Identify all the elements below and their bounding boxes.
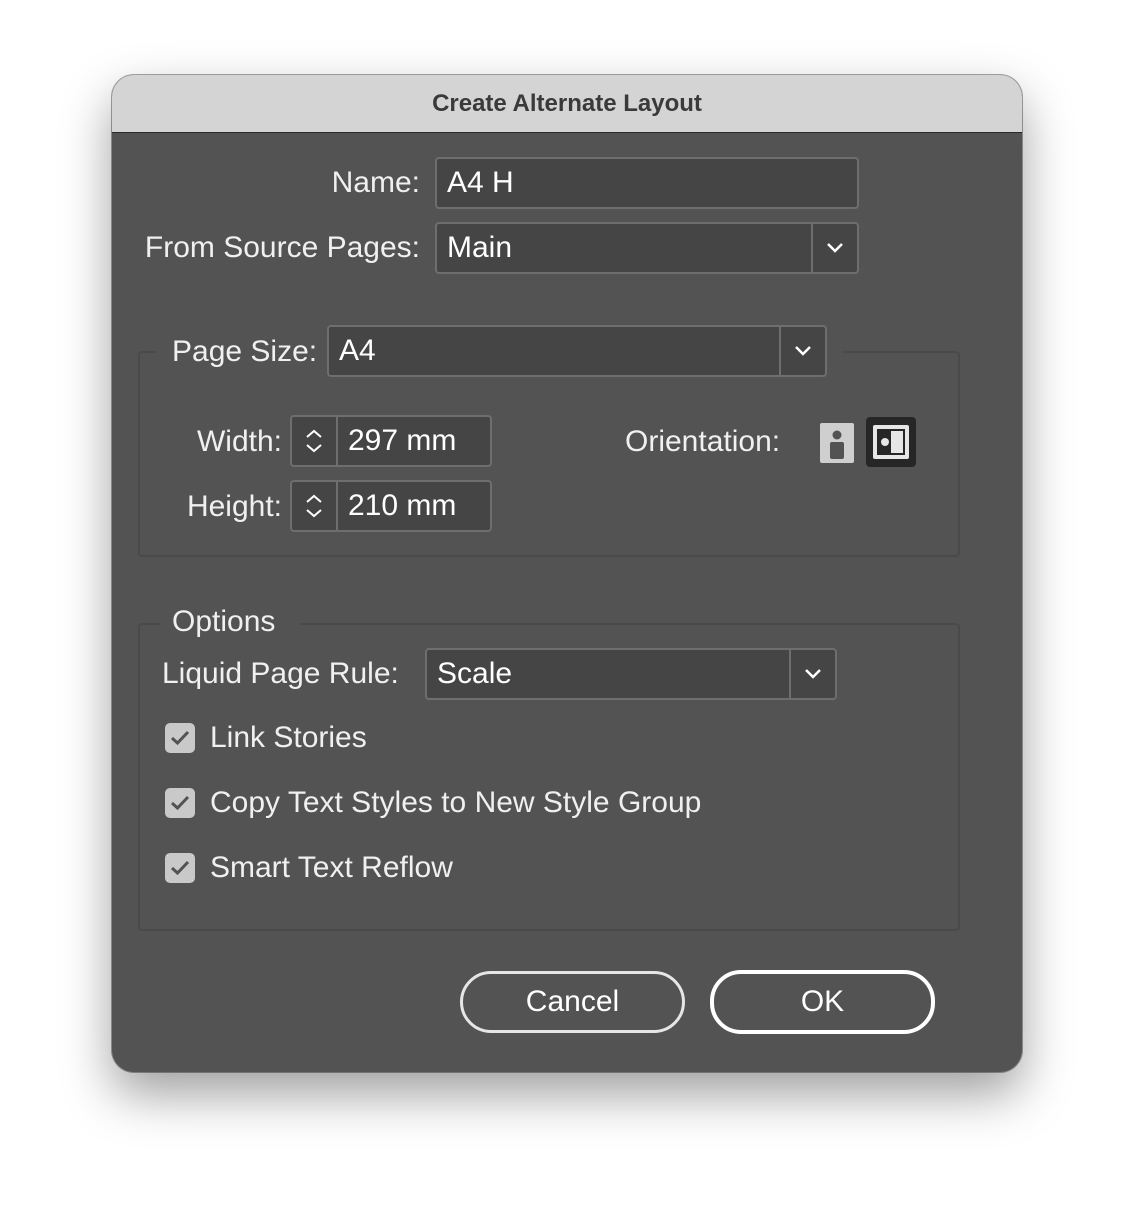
name-input[interactable]: A4 H — [435, 157, 859, 209]
copy-text-styles-checkbox[interactable] — [165, 788, 195, 818]
page-size-value: A4 — [339, 334, 376, 367]
source-pages-label: From Source Pages: — [144, 231, 420, 264]
checkmark-icon — [170, 795, 190, 811]
source-pages-value: Main — [447, 231, 513, 264]
width-label: Width: — [196, 425, 282, 458]
cancel-button[interactable]: Cancel — [460, 971, 685, 1033]
copy-text-styles-label[interactable]: Copy Text Styles to New Style Group — [210, 785, 701, 821]
width-value: 297 mm — [348, 424, 457, 457]
height-value: 210 mm — [348, 489, 457, 522]
portrait-icon — [820, 423, 854, 463]
create-alternate-layout-dialog: Create Alternate Layout Name: A4 H From … — [112, 75, 1022, 1072]
dialog-titlebar: Create Alternate Layout — [112, 75, 1022, 133]
chevron-down-icon[interactable] — [811, 224, 857, 272]
landscape-orientation-button[interactable] — [866, 417, 916, 467]
page-size-select[interactable]: A4 — [327, 325, 827, 377]
smart-text-reflow-label[interactable]: Smart Text Reflow — [210, 850, 453, 886]
stepper-arrows-icon[interactable] — [292, 417, 338, 465]
smart-text-reflow-checkbox[interactable] — [165, 853, 195, 883]
options-title: Options — [172, 605, 276, 638]
page-size-label: Page Size: — [172, 335, 318, 368]
chevron-down-icon[interactable] — [779, 327, 825, 375]
link-stories-checkbox[interactable] — [165, 723, 195, 753]
orientation-label: Orientation: — [625, 425, 781, 458]
source-pages-select[interactable]: Main — [435, 222, 859, 274]
liquid-page-rule-select[interactable]: Scale — [425, 648, 837, 700]
checkmark-icon — [170, 860, 190, 876]
dialog-title: Create Alternate Layout — [432, 89, 702, 117]
width-stepper[interactable]: 297 mm — [290, 415, 492, 467]
liquid-page-rule-value: Scale — [437, 657, 513, 690]
liquid-page-rule-label: Liquid Page Rule: — [162, 657, 399, 690]
chevron-down-icon[interactable] — [789, 650, 835, 698]
name-label: Name: — [331, 166, 420, 199]
height-label: Height: — [186, 490, 282, 523]
portrait-orientation-button[interactable] — [812, 417, 862, 467]
landscape-icon — [873, 425, 909, 459]
name-input-value: A4 H — [447, 166, 514, 199]
link-stories-label[interactable]: Link Stories — [210, 720, 367, 756]
stepper-arrows-icon[interactable] — [292, 482, 338, 530]
ok-button[interactable]: OK — [710, 970, 935, 1034]
height-stepper[interactable]: 210 mm — [290, 480, 492, 532]
checkmark-icon — [170, 730, 190, 746]
